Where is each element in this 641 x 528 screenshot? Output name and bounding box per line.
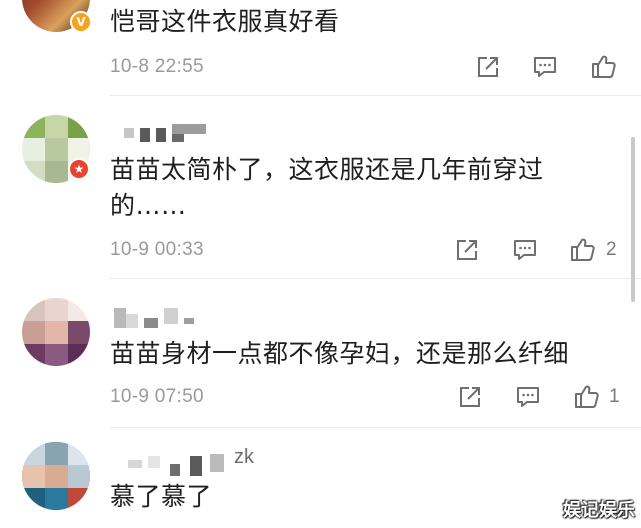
watermark: 娱记娱乐 xyxy=(563,500,635,521)
scrollbar[interactable] xyxy=(631,137,635,302)
share-button[interactable] xyxy=(456,383,484,411)
share-icon xyxy=(460,387,480,407)
share-icon xyxy=(478,57,498,77)
comment-time: 10-9 00:33 xyxy=(110,239,204,260)
avatar-mosaic xyxy=(22,298,90,366)
username[interactable]: zk xyxy=(234,446,254,469)
verified-badge-icon: V xyxy=(70,11,92,33)
comment-time: 10-9 07:50 xyxy=(110,386,204,407)
thumbs-up-icon xyxy=(571,238,595,261)
like-button[interactable] xyxy=(568,235,596,263)
username-mosaic xyxy=(114,308,206,328)
like-count: 1 xyxy=(609,386,620,407)
member-badge-icon: ★ xyxy=(68,158,90,180)
comment-item: V 恺哥这件衣服真好看 10-8 22:55 xyxy=(0,0,641,96)
like-count: 2 xyxy=(606,239,617,260)
avatar-mosaic xyxy=(22,442,90,510)
thumbs-up-icon xyxy=(575,385,599,408)
reply-button[interactable] xyxy=(531,53,559,81)
username-mosaic xyxy=(128,452,232,476)
comment-icon xyxy=(517,387,539,407)
share-button[interactable] xyxy=(453,236,481,264)
share-button[interactable] xyxy=(474,53,502,81)
avatar[interactable] xyxy=(22,442,90,510)
comment-item: zk 慕了慕了 xyxy=(0,428,641,528)
comment-text: 恺哥这件衣服真好看 xyxy=(110,7,340,36)
thumbs-up-icon xyxy=(592,55,616,78)
comment-icon xyxy=(514,240,536,260)
avatar[interactable] xyxy=(22,298,90,366)
comment-item: 苗苗身材一点都不像孕妇，还是那么纤细 10-9 07:50 1 xyxy=(0,280,641,428)
comment-divider xyxy=(110,278,641,279)
username-mosaic xyxy=(124,124,206,142)
reply-button[interactable] xyxy=(511,236,539,264)
comment-text: 苗苗太简朴了，这衣服还是几年前穿过的…… xyxy=(110,155,544,220)
comment-text: 慕了慕了 xyxy=(110,482,213,511)
comment-text: 苗苗身材一点都不像孕妇，还是那么纤细 xyxy=(110,339,570,368)
comment-time: 10-8 22:55 xyxy=(110,56,204,77)
reply-button[interactable] xyxy=(514,383,542,411)
comment-icon xyxy=(534,57,556,77)
like-button[interactable] xyxy=(572,382,600,410)
share-icon xyxy=(457,240,477,260)
like-button[interactable] xyxy=(589,52,617,80)
comment-item: ★ 苗苗太简朴了，这衣服还是几年前穿过的…… 10-9 00:33 2 xyxy=(0,96,641,280)
